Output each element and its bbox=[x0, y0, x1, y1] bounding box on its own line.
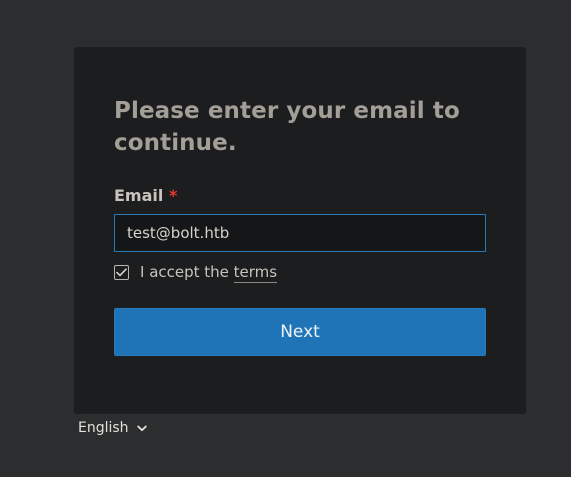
next-button[interactable]: Next bbox=[114, 308, 486, 356]
chevron-down-icon bbox=[136, 425, 147, 432]
email-field-wrapper bbox=[114, 214, 486, 252]
accept-terms-checkbox[interactable] bbox=[114, 264, 129, 280]
accept-terms-prefix: I accept the bbox=[140, 263, 234, 281]
email-input[interactable] bbox=[115, 215, 485, 251]
terms-link[interactable]: terms bbox=[233, 263, 278, 283]
language-selector[interactable]: English bbox=[78, 418, 147, 438]
required-marker: * bbox=[168, 186, 178, 205]
email-label-text: Email bbox=[114, 186, 164, 205]
email-label: Email * bbox=[114, 186, 486, 206]
accept-terms-row: I accept the terms bbox=[114, 263, 486, 283]
accept-terms-label: I accept the terms bbox=[140, 263, 278, 283]
check-icon bbox=[116, 267, 127, 276]
language-selected-label: English bbox=[78, 420, 129, 436]
login-card: Please enter your email to continue. Ema… bbox=[74, 47, 526, 414]
page-title: Please enter your email to continue. bbox=[114, 98, 460, 156]
